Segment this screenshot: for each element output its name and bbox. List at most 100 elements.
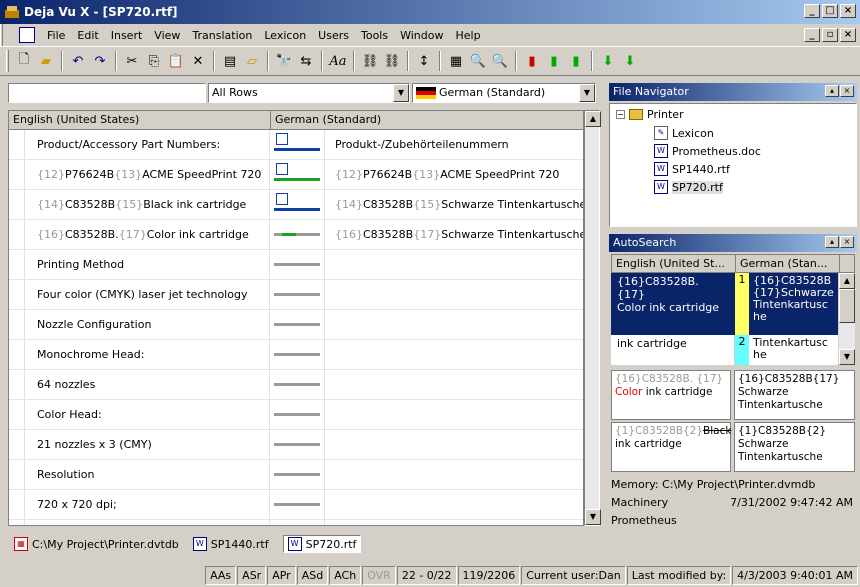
row-selector[interactable]	[9, 250, 25, 279]
menu-file[interactable]: File	[41, 29, 71, 42]
table-row[interactable]: 720 x 720 dpi;	[9, 490, 583, 520]
source-cell[interactable]: 21 nozzles x 3 (CMY)	[25, 430, 270, 459]
table-row[interactable]: {14} C83528B {15} Black ink cartridge {14} C8…	[9, 190, 583, 220]
source-cell[interactable]: Monochrome Head:	[25, 340, 270, 369]
doc-restore-button[interactable]: ▫	[822, 28, 838, 42]
status-asr[interactable]: ASr	[237, 566, 267, 585]
minimize-button[interactable]: _	[804, 4, 820, 18]
search-next-icon[interactable]: 🔍	[489, 50, 511, 72]
target-cell[interactable]: Produkt-/Zubehörteilenummern	[325, 138, 583, 151]
row-selector[interactable]	[9, 190, 25, 219]
doc-close-button[interactable]: ×	[840, 28, 856, 42]
delete-icon[interactable]: ✕	[187, 50, 209, 72]
table-row[interactable]: Color Head:	[9, 400, 583, 430]
undo-icon[interactable]: ↶	[67, 50, 89, 72]
table-row[interactable]: 360 x 360 dpi;	[9, 520, 583, 525]
tree-node-sp720[interactable]: W SP720.rtf	[654, 180, 723, 194]
grid-scrollbar[interactable]: ▲ ▼	[584, 110, 601, 526]
search-input[interactable]	[8, 83, 206, 103]
status-ach[interactable]: ACh	[329, 566, 362, 585]
row-selector[interactable]	[9, 370, 25, 399]
tree-node-printer[interactable]: − Printer	[616, 108, 684, 121]
row-selector[interactable]	[9, 130, 25, 159]
row-selector[interactable]	[9, 220, 25, 249]
row-selector[interactable]	[9, 160, 25, 189]
unlink-icon[interactable]: ⛓	[381, 50, 403, 72]
find-icon[interactable]: 🔭	[273, 50, 295, 72]
source-cell[interactable]: Four color (CMYK) laser jet technology	[25, 280, 270, 309]
row-selector[interactable]	[9, 430, 25, 459]
toolbar-grip[interactable]	[6, 50, 9, 72]
table-row[interactable]: Monochrome Head:	[9, 340, 583, 370]
new-icon[interactable]: 🗋	[13, 50, 35, 72]
tab-sp1440[interactable]: W SP1440.rtf	[192, 537, 269, 551]
panel-pin-icon[interactable]: ▴	[825, 85, 839, 97]
target-cell[interactable]: {14} C83528B {15} Schwarze Tintenkartusche	[325, 198, 583, 211]
panel-close-icon[interactable]: ×	[840, 85, 854, 97]
tab-project[interactable]: ▦ C:\My Project\Printer.dvtdb	[14, 537, 179, 551]
target-column-header[interactable]: German (Standard)	[271, 111, 583, 129]
target-cell[interactable]: {12} P76624B {13} ACME SpeedPrint 720	[325, 168, 583, 181]
row-selector[interactable]	[9, 490, 25, 519]
autosearch-scrollbar[interactable]: ▲ ▼	[839, 273, 855, 365]
match-card-source[interactable]: {16}C83528B. {17} Color ink cartridge	[611, 370, 731, 420]
source-cell[interactable]: 360 x 360 dpi;	[25, 520, 270, 525]
table-row[interactable]: Printing Method	[9, 250, 583, 280]
row-selector[interactable]	[9, 310, 25, 339]
doc-minimize-button[interactable]: _	[804, 28, 820, 42]
collapse-icon[interactable]: −	[616, 110, 625, 119]
paste-icon[interactable]: 📋	[165, 50, 187, 72]
panel-close-icon[interactable]: ×	[840, 236, 854, 248]
pretranslate-icon[interactable]: ▮	[565, 50, 587, 72]
source-cell[interactable]: {12} P76624B {13} ACME SpeedPrint 720	[25, 160, 270, 189]
chevron-down-icon[interactable]: ▼	[393, 84, 409, 102]
row-selector[interactable]	[9, 340, 25, 369]
row-selector[interactable]	[9, 520, 25, 525]
menu-users[interactable]: Users	[312, 29, 355, 42]
source-cell[interactable]: 720 x 720 dpi;	[25, 490, 270, 519]
source-column-header[interactable]: English (United States)	[9, 111, 271, 129]
autosearch-result-row[interactable]: {16}C83528B. {17} Color ink cartridge 1 …	[611, 273, 838, 335]
scroll-up-button[interactable]: ▲	[839, 273, 855, 289]
tree-node-lexicon[interactable]: ✎ Lexicon	[654, 126, 714, 140]
match-card-target[interactable]: {1}C83528B{2} Schwarze Tintenkartusche	[734, 422, 855, 472]
table-row[interactable]: {16} C83528B. {17} Color ink cartridge {16}…	[9, 220, 583, 250]
menu-view[interactable]: View	[148, 29, 186, 42]
folder-icon[interactable]: ▱	[241, 50, 263, 72]
status-asd[interactable]: ASd	[296, 566, 329, 585]
menu-window[interactable]: Window	[394, 29, 449, 42]
menu-tools[interactable]: Tools	[355, 29, 394, 42]
document-icon[interactable]	[19, 27, 35, 43]
cut-icon[interactable]: ✂	[121, 50, 143, 72]
translate-all-icon[interactable]: ▮	[543, 50, 565, 72]
status-apr[interactable]: APr	[267, 566, 296, 585]
open-icon[interactable]: ▰	[35, 50, 57, 72]
menu-edit[interactable]: Edit	[71, 29, 104, 42]
sort-icon[interactable]: ↕	[413, 50, 435, 72]
table-row[interactable]: {12} P76624B {13} ACME SpeedPrint 720 {12} P7…	[9, 160, 583, 190]
scroll-down-button[interactable]: ▼	[585, 509, 601, 525]
language-select[interactable]: German (Standard) ▼	[412, 83, 596, 103]
source-cell[interactable]: Nozzle Configuration	[25, 310, 270, 339]
maximize-button[interactable]: □	[822, 4, 838, 18]
scroll-up-button[interactable]: ▲	[585, 111, 601, 127]
menu-translation[interactable]: Translation	[186, 29, 258, 42]
row-selector[interactable]	[9, 280, 25, 309]
menu-help[interactable]: Help	[449, 29, 486, 42]
table-row[interactable]: Four color (CMYK) laser jet technology	[9, 280, 583, 310]
properties-icon[interactable]: ▤	[219, 50, 241, 72]
autosearch-result-row[interactable]: ink cartridge 2 Tintenkartusc he	[611, 335, 838, 365]
rows-filter-select[interactable]: All Rows ▼	[208, 83, 410, 103]
source-cell[interactable]: {16} C83528B. {17} Color ink cartridge	[25, 220, 270, 249]
row-selector[interactable]	[9, 400, 25, 429]
source-cell[interactable]: Resolution	[25, 460, 270, 489]
source-cell[interactable]: {14} C83528B {15} Black ink cartridge	[25, 190, 270, 219]
table-row[interactable]: 64 nozzles	[9, 370, 583, 400]
match-card-target[interactable]: {16}C83528B{17} Schwarze Tintenkartusche	[734, 370, 855, 420]
lookup-icon[interactable]: ▦	[445, 50, 467, 72]
source-cell[interactable]: Color Head:	[25, 400, 270, 429]
autosearch-target-header[interactable]: German (Stan...	[736, 255, 840, 272]
tab-sp720[interactable]: W SP720.rtf	[282, 535, 362, 553]
menu-lexicon[interactable]: Lexicon	[258, 29, 312, 42]
copy-icon[interactable]: ⎘	[143, 50, 165, 72]
